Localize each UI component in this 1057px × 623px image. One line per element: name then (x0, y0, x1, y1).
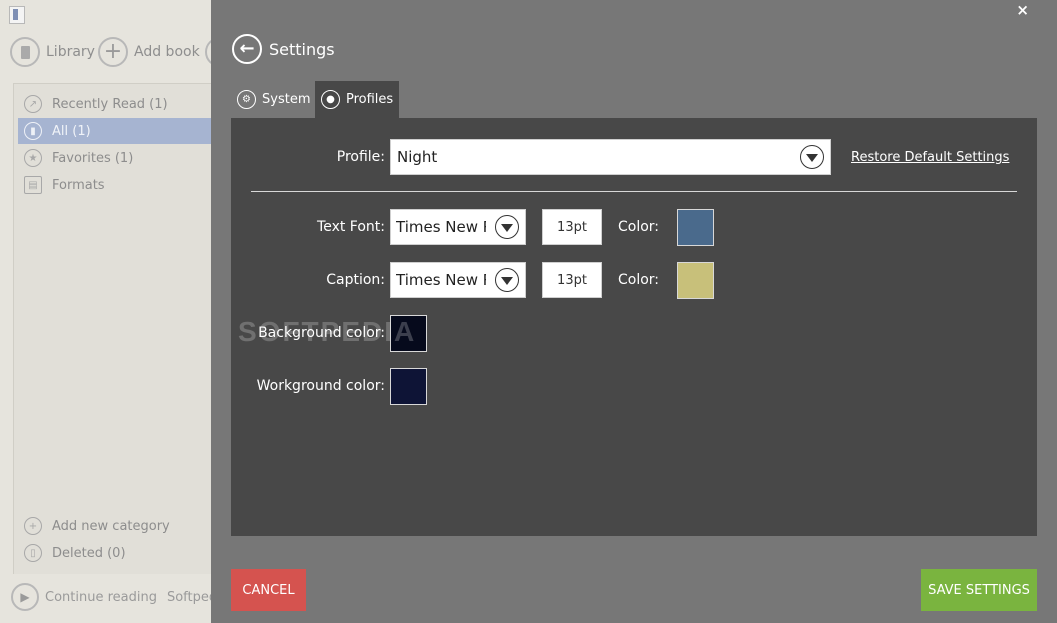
tab-system[interactable]: ⚙ System (231, 81, 318, 118)
divider (251, 191, 1017, 192)
cancel-button[interactable]: CANCEL (231, 569, 306, 611)
workground-color-swatch[interactable] (390, 368, 427, 405)
sidebar-item-label: Deleted (0) (52, 545, 126, 561)
category-sidebar: ↗ Recently Read (1) ▮ All (1) ★ Favorite… (13, 83, 212, 574)
background-color-label: Background color: (258, 325, 385, 341)
share-icon: ↗ (24, 95, 42, 113)
profiles-panel: Profile: Night Restore Default Settings … (231, 118, 1037, 536)
caption-color-swatch[interactable] (677, 262, 714, 299)
library-window: Library + Add book ↗ Recently Read (1) ▮… (0, 0, 235, 623)
trash-icon: ▯ (24, 544, 42, 562)
close-icon[interactable]: × (1016, 1, 1029, 19)
caption-font-value: Times New R (396, 271, 486, 289)
add-book-button[interactable]: + Add book (98, 37, 200, 67)
library-button[interactable]: Library (10, 37, 95, 67)
library-icon (10, 37, 40, 67)
file-icon: ▤ (24, 176, 42, 194)
play-icon[interactable]: ▶ (11, 583, 39, 611)
chevron-down-icon[interactable] (495, 268, 519, 292)
star-icon: ★ (24, 149, 42, 167)
plus-icon: + (24, 517, 42, 535)
user-icon: ● (321, 90, 340, 109)
tab-label: Profiles (346, 92, 394, 107)
save-settings-button[interactable]: SAVE SETTINGS (921, 569, 1037, 611)
book-icon: ▮ (24, 122, 42, 140)
chevron-down-icon[interactable] (800, 145, 824, 169)
caption-color-label: Color: (618, 272, 660, 288)
caption-label: Caption: (326, 272, 385, 288)
text-font-size-field[interactable]: 13pt (542, 209, 602, 245)
workground-color-label: Workground color: (256, 378, 385, 394)
back-arrow-icon[interactable]: ← (232, 34, 262, 64)
profile-value: Night (397, 148, 438, 166)
plus-icon: + (98, 37, 128, 67)
sidebar-item-favorites[interactable]: ★ Favorites (1) (18, 145, 212, 171)
sidebar-item-label: Favorites (1) (52, 150, 134, 166)
gears-icon: ⚙ (237, 90, 256, 109)
settings-dialog: × ← Settings ⚙ System ● Profiles Profile… (211, 0, 1057, 623)
text-font-value: Times New R (396, 218, 486, 236)
text-color-label: Color: (618, 219, 660, 235)
sidebar-item-recently-read[interactable]: ↗ Recently Read (1) (18, 91, 212, 117)
add-category-button[interactable]: + Add new category (18, 513, 212, 539)
tab-label: System (262, 92, 311, 107)
text-font-dropdown[interactable]: Times New R (390, 209, 526, 245)
add-book-label: Add book (134, 44, 200, 60)
sidebar-item-label: All (1) (52, 123, 91, 139)
text-color-swatch[interactable] (677, 209, 714, 246)
text-font-label: Text Font: (317, 219, 385, 235)
restore-defaults-link[interactable]: Restore Default Settings (851, 150, 1009, 165)
caption-size-field[interactable]: 13pt (542, 262, 602, 298)
sidebar-item-formats[interactable]: ▤ Formats (18, 172, 212, 198)
sidebar-item-all[interactable]: ▮ All (1) (18, 118, 212, 144)
continue-reading-link[interactable]: Continue reading (45, 590, 157, 605)
sidebar-item-deleted[interactable]: ▯ Deleted (0) (18, 540, 212, 566)
background-color-swatch[interactable] (390, 315, 427, 352)
caption-font-dropdown[interactable]: Times New R (390, 262, 526, 298)
page-title: Settings (269, 40, 335, 59)
tab-profiles[interactable]: ● Profiles (315, 81, 399, 118)
library-footer: ▶ Continue reading Softpedia (11, 583, 229, 611)
profile-dropdown[interactable]: Night (390, 139, 831, 175)
add-category-label: Add new category (52, 518, 170, 534)
sidebar-item-label: Recently Read (1) (52, 96, 168, 112)
sidebar-item-label: Formats (52, 177, 105, 193)
profile-label: Profile: (336, 149, 385, 165)
chevron-down-icon[interactable] (495, 215, 519, 239)
library-label: Library (46, 44, 95, 60)
app-icon (9, 6, 25, 24)
